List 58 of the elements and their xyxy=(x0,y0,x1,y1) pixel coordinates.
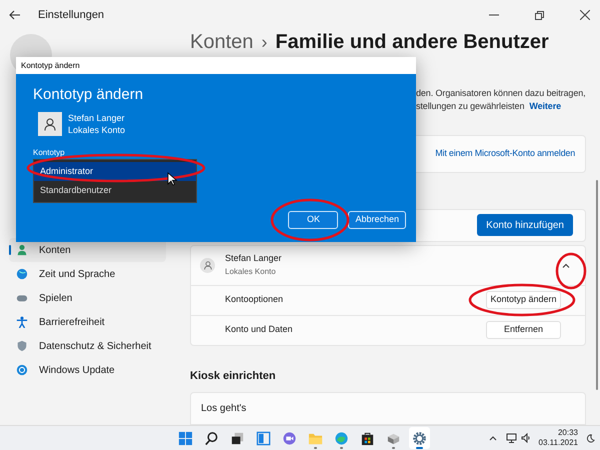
search-icon xyxy=(204,430,219,446)
clock-date[interactable]: 03.11.2021 xyxy=(538,438,578,448)
sidebar-item[interactable]: Barrierefreiheit xyxy=(9,310,166,334)
user-icon xyxy=(38,112,62,136)
moon-icon[interactable] xyxy=(586,434,595,442)
more-link[interactable]: Weitere xyxy=(529,100,562,113)
browser-icon xyxy=(334,430,349,446)
dialog-button[interactable]: Abbrechen xyxy=(348,211,406,229)
chat-icon xyxy=(282,430,297,446)
user-name: Stefan Langer xyxy=(225,252,282,266)
scrollbar[interactable] xyxy=(596,180,598,390)
start-icon xyxy=(178,430,193,446)
close-icon[interactable] xyxy=(580,10,590,20)
shield-icon xyxy=(16,340,28,352)
option-button[interactable]: Entfernen xyxy=(486,321,561,340)
dialog-heading: Kontotyp ändern xyxy=(33,85,144,105)
mouse-pointer-icon xyxy=(168,172,178,186)
chevron-up-icon[interactable] xyxy=(488,435,497,441)
user-icon xyxy=(200,258,215,273)
sidebar-item[interactable]: Datenschutz & Sicherheit xyxy=(9,334,166,358)
option-label: Kontooptionen xyxy=(225,293,284,306)
intro-text: stellungen zu gewährleisten xyxy=(416,100,524,113)
network-icon[interactable] xyxy=(506,433,517,443)
account-type: Lokales Konto xyxy=(68,124,126,136)
option-button[interactable]: Kontotyp ändern xyxy=(486,291,561,310)
section-heading: Kiosk einrichten xyxy=(190,368,277,384)
sidebar-item[interactable]: Spielen xyxy=(9,286,166,310)
list-option[interactable]: Standardbenutzer xyxy=(34,181,196,200)
get-started-text[interactable]: Los geht's xyxy=(201,401,246,416)
store-icon xyxy=(360,430,375,446)
breadcrumb-separator: › xyxy=(261,31,268,54)
account-type-list[interactable]: Administrator Standardbenutzer xyxy=(33,159,197,203)
page-title: Familie und andere Benutzer xyxy=(275,30,549,55)
update-icon xyxy=(16,364,28,376)
dialog-title: Kontotyp ändern xyxy=(21,60,80,72)
field-label: Kontotyp xyxy=(33,147,66,159)
user-name: Stefan Langer xyxy=(68,112,126,124)
widgets-icon xyxy=(256,430,271,446)
intro-text: den. Organisatoren können dazu beitragen, xyxy=(416,87,586,100)
chevron-up-icon[interactable] xyxy=(562,262,570,268)
accessibility-icon xyxy=(16,316,28,328)
window-title: Einstellungen xyxy=(38,8,104,23)
globe-icon xyxy=(16,268,28,280)
sign-in-link[interactable]: Mit einem Microsoft-Konto anmelden xyxy=(435,147,575,161)
person-icon xyxy=(16,244,28,256)
task-view-icon xyxy=(230,430,245,446)
sidebar-item[interactable]: Windows Update xyxy=(9,358,166,382)
sidebar-item[interactable]: Zeit und Sprache xyxy=(9,262,166,286)
add-account-button[interactable]: Konto hinzufügen xyxy=(477,214,573,236)
settings-icon xyxy=(412,430,427,446)
speaker-icon[interactable] xyxy=(520,433,531,443)
option-label: Konto und Daten xyxy=(225,323,293,336)
clock-time[interactable]: 20:33 xyxy=(558,428,578,438)
account-type: Lokales Konto xyxy=(225,266,277,278)
breadcrumb-parent[interactable]: Konten xyxy=(190,30,254,55)
back-icon[interactable] xyxy=(9,9,21,21)
restore-icon[interactable] xyxy=(535,10,544,20)
dialog-button[interactable]: OK xyxy=(288,211,338,229)
